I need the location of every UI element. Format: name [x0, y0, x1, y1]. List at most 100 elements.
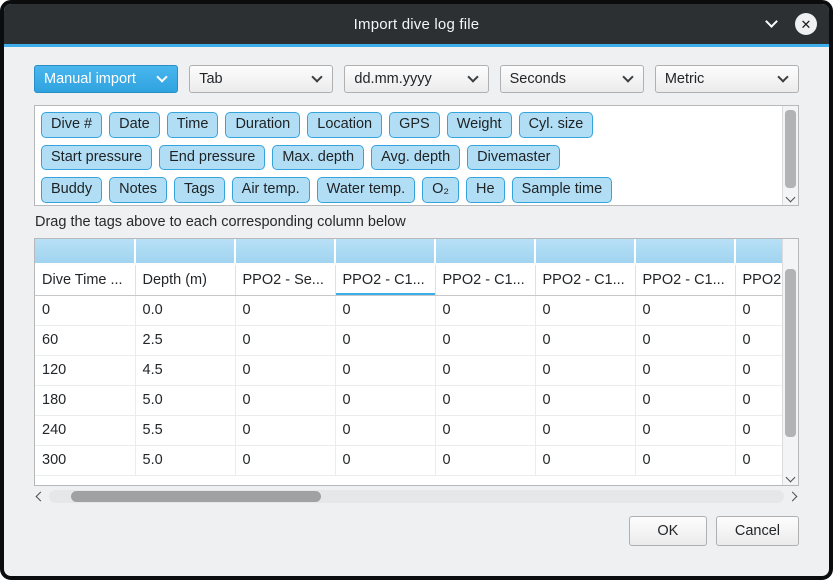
- tag-rows: Dive # Date TimeDuration Location GPS Weight C…: [35, 106, 798, 206]
- table-cell: 0: [335, 325, 435, 355]
- tag-start-pressure[interactable]: Start pressure: [41, 145, 152, 171]
- combo-value: dd.mm.yyyy: [354, 71, 468, 87]
- column-header-0[interactable]: Dive Time ...: [35, 264, 135, 295]
- tag-panel-scrollbar[interactable]: [782, 106, 798, 205]
- table-cell: 0: [435, 295, 535, 325]
- tag-weight[interactable]: Weight: [447, 112, 512, 138]
- table-cell: 0: [435, 445, 535, 475]
- table-cell: 0: [535, 445, 635, 475]
- table-cell: 0: [35, 295, 135, 325]
- tag-max-depth[interactable]: Max. depth: [272, 145, 364, 171]
- table-cell: 60: [35, 325, 135, 355]
- table-vscrollbar[interactable]: [782, 239, 798, 485]
- table-cell: 240: [35, 415, 135, 445]
- chevron-right-icon[interactable]: [788, 492, 798, 502]
- table-cell: 0: [335, 445, 435, 475]
- tag-tags[interactable]: Tags: [174, 177, 225, 203]
- tag-dive[interactable]: Dive #: [41, 112, 102, 138]
- dialog-content: Manual importTabdd.mm.yyyySecondsMetric …: [4, 47, 829, 576]
- table-row: 00.0000000: [35, 295, 782, 325]
- column-header-7[interactable]: PPO2: [735, 264, 782, 295]
- table-cell: 5.5: [135, 415, 235, 445]
- tag-buddy[interactable]: Buddy: [41, 177, 102, 203]
- table-cell: 0: [635, 295, 735, 325]
- table-row: 1204.5000000: [35, 355, 782, 385]
- column-header-2[interactable]: PPO2 - Se...: [235, 264, 335, 295]
- scrollbar-thumb[interactable]: [71, 491, 321, 502]
- table-cell: 0: [635, 385, 735, 415]
- table-cell: 0: [735, 385, 782, 415]
- preview-table-area: Dive Time ...Depth (m)PPO2 - Se...PPO2 -…: [34, 238, 799, 486]
- table-cell: 0: [235, 295, 335, 325]
- column-drop-target-6[interactable]: [635, 239, 735, 264]
- column-header-1[interactable]: Depth (m): [135, 264, 235, 295]
- drop-row: [35, 239, 782, 264]
- tag-cyl-size[interactable]: Cyl. size: [519, 112, 594, 138]
- chevron-down-icon: [157, 71, 168, 82]
- chevron-left-icon[interactable]: [36, 492, 46, 502]
- table-body: 00.0000000602.50000001204.50000001805.00…: [35, 295, 782, 475]
- column-drop-target-3[interactable]: [335, 239, 435, 264]
- header-row: Dive Time ...Depth (m)PPO2 - Se...PPO2 -…: [35, 264, 782, 295]
- tag-o[interactable]: O₂: [422, 177, 459, 203]
- column-drop-target-2[interactable]: [235, 239, 335, 264]
- chevron-down-icon: [765, 15, 778, 28]
- column-drop-target-7[interactable]: [735, 239, 782, 264]
- titlebar-buttons: ✕: [762, 4, 817, 44]
- column-header-4[interactable]: PPO2 - C1...: [435, 264, 535, 295]
- tag-duration[interactable]: Duration: [225, 112, 300, 138]
- close-button[interactable]: ✕: [795, 13, 817, 35]
- tag-water-temp[interactable]: Water temp.: [317, 177, 415, 203]
- chevron-down-icon[interactable]: [786, 193, 796, 203]
- table-cell: 2.5: [135, 325, 235, 355]
- column-drop-target-5[interactable]: [535, 239, 635, 264]
- table-cell: 0: [735, 325, 782, 355]
- tag-time[interactable]: Time: [167, 112, 219, 138]
- tag-notes[interactable]: Notes: [109, 177, 167, 203]
- ok-button[interactable]: OK: [629, 516, 707, 546]
- close-icon: ✕: [801, 18, 812, 31]
- combo-field-separator[interactable]: Tab: [189, 65, 333, 93]
- shade-window-button[interactable]: [762, 15, 780, 33]
- table-cell: 0: [435, 355, 535, 385]
- scrollbar-thumb[interactable]: [785, 110, 796, 188]
- column-drop-target-1[interactable]: [135, 239, 235, 264]
- combo-duration-format[interactable]: Seconds: [500, 65, 644, 93]
- chevron-down-icon: [312, 71, 323, 82]
- import-dive-log-dialog: Import dive log file ✕ Manual import Tab d…: [0, 0, 833, 580]
- tag-he[interactable]: He: [466, 177, 505, 203]
- tag-divemaster[interactable]: Divemaster: [467, 145, 560, 171]
- table-row: 2405.5000000: [35, 415, 782, 445]
- chevron-down-icon[interactable]: [786, 473, 796, 483]
- titlebar[interactable]: Import dive log file ✕: [4, 4, 829, 44]
- tag-avg-depth[interactable]: Avg. depth: [371, 145, 460, 171]
- tag-air-temp[interactable]: Air temp.: [232, 177, 310, 203]
- combo-date-format[interactable]: dd.mm.yyyy: [344, 65, 488, 93]
- tag-row: Buddy Notes Tags Air temp. Water temp. O₂ He Sa…: [41, 177, 778, 203]
- combo-units[interactable]: Metric: [655, 65, 799, 93]
- cancel-button[interactable]: Cancel: [716, 516, 799, 546]
- table-cell: 0: [235, 355, 335, 385]
- tag-date[interactable]: Date: [109, 112, 160, 138]
- column-header-6[interactable]: PPO2 - C1...: [635, 264, 735, 295]
- column-header-5[interactable]: PPO2 - C1...: [535, 264, 635, 295]
- column-drop-target-0[interactable]: [35, 239, 135, 264]
- table-cell: 0: [535, 325, 635, 355]
- table-cell: 120: [35, 355, 135, 385]
- tag-location[interactable]: Location: [307, 112, 382, 138]
- tag-row: Dive # Date TimeDuration Location GPS Weight C…: [41, 112, 778, 138]
- combo-import-mode[interactable]: Manual import: [34, 65, 178, 93]
- tag-sample-time[interactable]: Sample time: [512, 177, 613, 203]
- column-header-3[interactable]: PPO2 - C1...: [335, 264, 435, 295]
- tag-gps[interactable]: GPS: [389, 112, 440, 138]
- scrollbar-thumb[interactable]: [785, 269, 796, 437]
- tag-end-pressure[interactable]: End pressure: [159, 145, 265, 171]
- table-cell: 0: [435, 385, 535, 415]
- combo-value: Seconds: [510, 71, 624, 87]
- table-cell: 0: [435, 325, 535, 355]
- column-drop-target-4[interactable]: [435, 239, 535, 264]
- combo-value: Metric: [665, 71, 779, 87]
- scrollbar-track[interactable]: [49, 490, 784, 503]
- table-hscrollbar[interactable]: [34, 489, 799, 504]
- table-cell: 0: [735, 355, 782, 385]
